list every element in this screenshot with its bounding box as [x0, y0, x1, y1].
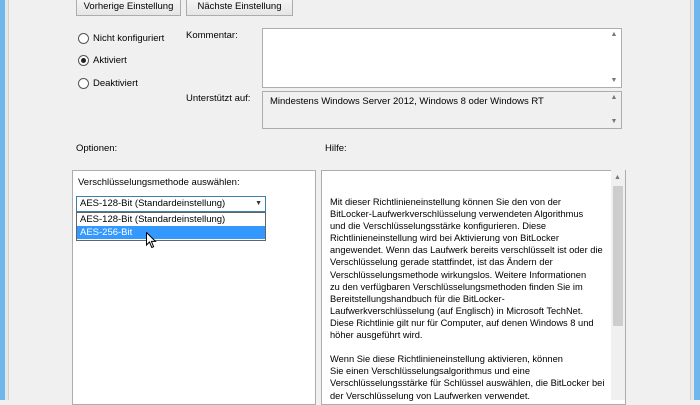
options-label: Optionen:	[76, 143, 118, 154]
scroll-down-icon[interactable]: ▼	[611, 116, 618, 128]
window-border-right	[694, 0, 700, 400]
scroll-up-icon[interactable]: ▲	[611, 92, 618, 104]
scroll-thumb[interactable]	[613, 186, 623, 326]
select-value: AES-128-Bit (Standardeinstellung)	[80, 198, 226, 209]
encryption-method-select[interactable]: AES-128-Bit (Standardeinstellung) ▼	[76, 196, 266, 212]
radio-enabled[interactable]: Aktiviert	[78, 53, 127, 67]
help-label: Hilfe:	[325, 143, 347, 154]
window-frame-left	[5, 0, 9, 400]
chevron-down-icon[interactable]: ▼	[255, 197, 262, 211]
help-text: Mit dieser Richtlinieneinstellung können…	[330, 197, 605, 401]
radio-circle-icon[interactable]	[78, 77, 89, 89]
radio-disabled[interactable]: Deaktiviert	[78, 76, 138, 90]
supported-scrollbar[interactable]: ▲ ▼	[607, 92, 621, 128]
supported-on-label: Unterstützt auf:	[186, 93, 251, 104]
encryption-method-label: Verschlüsselungsmethode auswählen:	[78, 177, 240, 188]
scroll-up-icon[interactable]: ▲	[611, 29, 618, 41]
radio-not-configured[interactable]: Nicht konfiguriert	[78, 31, 164, 45]
comment-label: Kommentar:	[186, 30, 238, 41]
radio-label: Nicht konfiguriert	[93, 32, 165, 44]
radio-label: Deaktiviert	[93, 77, 138, 89]
scroll-down-icon[interactable]: ▼	[611, 75, 618, 87]
mouse-cursor-icon	[146, 232, 157, 249]
radio-label: Aktiviert	[93, 54, 127, 66]
previous-setting-button[interactable]: Vorherige Einstellung	[76, 0, 181, 16]
dropdown-option-aes128[interactable]: AES-128-Bit (Standardeinstellung)	[77, 213, 265, 226]
next-setting-button[interactable]: Nächste Einstellung	[186, 0, 293, 16]
supported-on-value: Mindestens Windows Server 2012, Windows …	[270, 96, 544, 107]
comment-field[interactable]: ▲ ▼	[262, 28, 622, 88]
help-scrollbar[interactable]: ▲	[611, 170, 625, 400]
comment-scrollbar[interactable]: ▲ ▼	[607, 29, 621, 87]
radio-circle-icon[interactable]	[78, 32, 89, 44]
supported-on-field: Mindestens Windows Server 2012, Windows …	[262, 91, 622, 129]
scroll-up-icon[interactable]: ▲	[614, 172, 621, 184]
dropdown-option-aes256[interactable]: AES-256-Bit	[77, 226, 265, 239]
window-frame-right	[690, 0, 694, 400]
radio-checked-icon[interactable]	[78, 54, 89, 66]
encryption-method-dropdown: AES-128-Bit (Standardeinstellung) AES-25…	[76, 212, 266, 241]
